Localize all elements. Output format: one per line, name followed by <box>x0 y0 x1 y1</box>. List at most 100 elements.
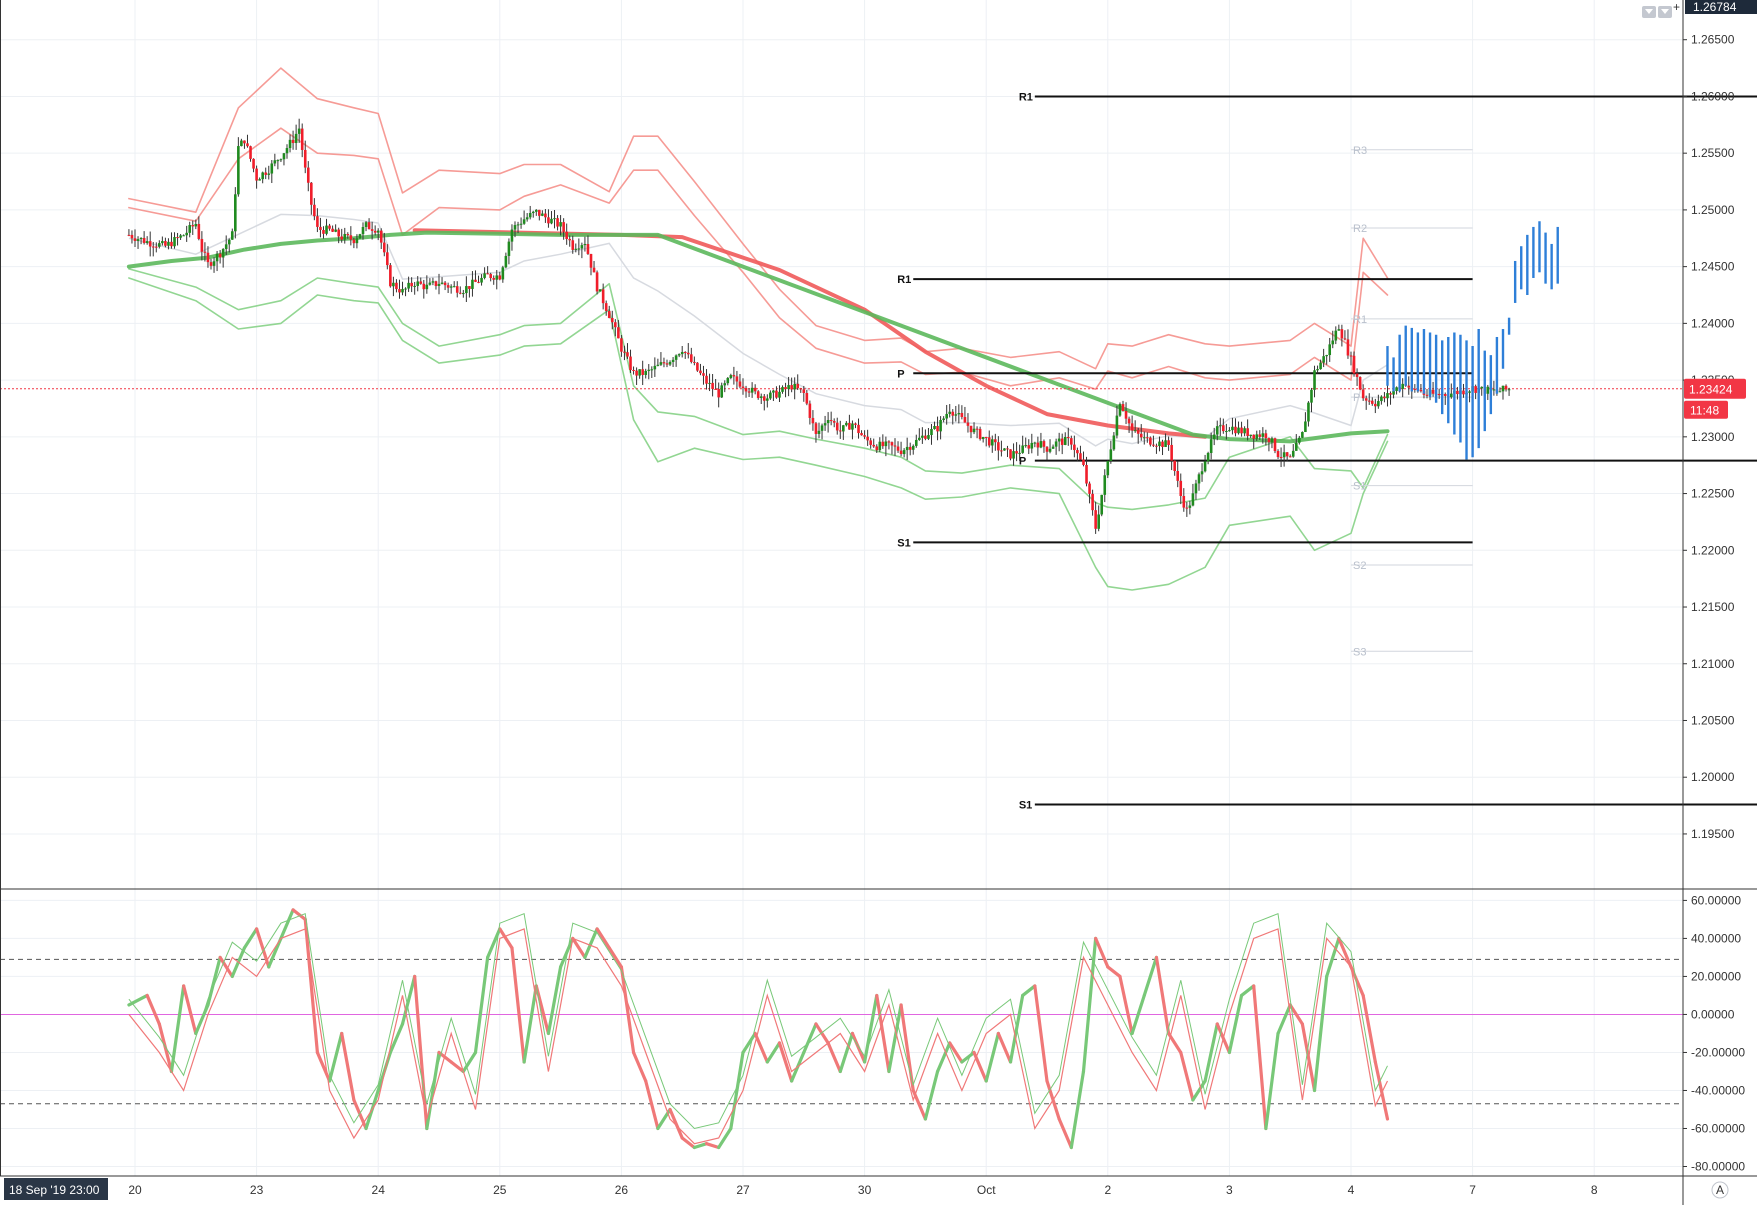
candle-body <box>960 413 964 418</box>
candle-body <box>1094 510 1097 529</box>
pivot-label: R1 <box>1019 91 1033 103</box>
candle-body <box>650 369 654 371</box>
candle-body <box>1492 389 1496 391</box>
candle-body <box>471 279 474 289</box>
candle-body <box>519 223 523 225</box>
candle-body <box>1212 434 1216 440</box>
candle-body <box>990 439 994 446</box>
candle-body <box>483 273 486 278</box>
candle-body <box>154 246 158 248</box>
candle-body <box>1346 339 1350 356</box>
axes[interactable]: 1.26500 1.26000 1.25500 1.25000 1.24500 1.240… <box>0 0 1757 1205</box>
candle-body <box>437 283 441 286</box>
candle-body <box>1480 386 1484 389</box>
price-tick-label: 1.21000 <box>1691 657 1735 671</box>
candle-body <box>683 352 687 354</box>
settings-menu-icon[interactable] <box>1658 6 1672 18</box>
candle-body <box>805 392 809 404</box>
candle-body <box>185 232 188 236</box>
candle-body <box>1462 390 1465 395</box>
candle-body <box>1294 442 1298 451</box>
price-tick-label: 1.26500 <box>1691 33 1735 47</box>
candle-body <box>699 370 702 374</box>
candle-body <box>431 281 435 283</box>
candle-body <box>921 435 924 438</box>
candle-body <box>1024 445 1028 447</box>
candle-body <box>492 278 496 280</box>
candle-body <box>276 160 280 162</box>
candle-body <box>772 390 775 393</box>
candle-body <box>601 289 605 304</box>
current-price-badge[interactable]: 1.23424 11:48 <box>1684 378 1746 419</box>
oscillator-main-segment <box>619 965 636 1055</box>
auto-scale-button[interactable]: A <box>1711 1181 1729 1199</box>
candle-body <box>1076 450 1079 454</box>
candle-body <box>1173 460 1176 472</box>
candle-body <box>1142 437 1146 439</box>
candle-body <box>1352 355 1356 374</box>
candle-body <box>641 369 644 375</box>
oscillator-main-segment <box>680 1136 696 1150</box>
time-tick-label: 25 <box>493 1183 507 1197</box>
chart-root[interactable]: R1R1PPS1S1R3R2R1PS1S2S3 1.265001.260001.… <box>0 0 1757 1205</box>
candle-body <box>1361 389 1365 399</box>
candle-body <box>802 389 806 393</box>
candle-body <box>659 362 663 365</box>
scale-menu-icon[interactable] <box>1642 6 1656 18</box>
candle-body <box>559 222 562 227</box>
candle-body <box>1112 435 1116 450</box>
candle-body <box>632 369 635 371</box>
candle-body <box>1161 441 1164 447</box>
candle-body <box>224 244 228 250</box>
oscillator-main-segment <box>327 1031 344 1083</box>
candle-body <box>617 327 620 339</box>
candle-body <box>334 229 337 232</box>
candle-body <box>1313 370 1316 390</box>
oscillator-main-segment <box>206 955 222 1007</box>
candle-body <box>1179 480 1183 497</box>
candle-body <box>1231 426 1234 431</box>
candle-body <box>300 128 304 150</box>
candle-body <box>1504 385 1508 390</box>
candle-body <box>614 322 617 328</box>
candle-body <box>306 167 310 183</box>
candle-body <box>376 230 380 233</box>
price-tick-label: 1.26000 <box>1691 89 1735 103</box>
candle-body <box>896 446 900 451</box>
candle-body <box>1240 427 1243 434</box>
candle-body <box>1066 436 1070 439</box>
candle-body <box>230 231 234 240</box>
candle-body <box>711 382 714 389</box>
candle-body <box>1003 448 1006 451</box>
candle-body <box>1100 494 1104 515</box>
candle-body <box>1304 421 1307 433</box>
candle-body <box>1249 434 1252 437</box>
candle-body <box>668 362 672 365</box>
candle-body <box>538 209 541 216</box>
candle-body <box>905 446 909 451</box>
candle-body <box>693 361 696 363</box>
candle-body <box>203 251 207 253</box>
candle-body <box>1030 442 1034 449</box>
pivot-label: S1 <box>1019 799 1032 811</box>
candle-body <box>1386 393 1389 399</box>
candle-body <box>179 235 182 238</box>
candle-body <box>352 239 356 244</box>
candle-body <box>665 363 669 365</box>
candle-body <box>291 139 295 144</box>
candle-body <box>1158 441 1161 447</box>
oscillator-main-segment <box>1057 1117 1073 1150</box>
oscillator-main-segment <box>400 974 417 1026</box>
candle-body <box>1392 390 1395 395</box>
candle-body <box>218 253 222 258</box>
candle-body <box>294 133 298 144</box>
candle-body <box>1209 439 1213 453</box>
candle-body <box>1133 430 1137 432</box>
candle-body <box>303 149 307 168</box>
candle-body <box>969 425 973 433</box>
candle-body <box>1364 398 1368 401</box>
candle-body <box>170 241 173 247</box>
candle-body <box>1039 441 1043 448</box>
candle-body <box>936 426 939 432</box>
oscillator-main-segment <box>1094 936 1110 969</box>
